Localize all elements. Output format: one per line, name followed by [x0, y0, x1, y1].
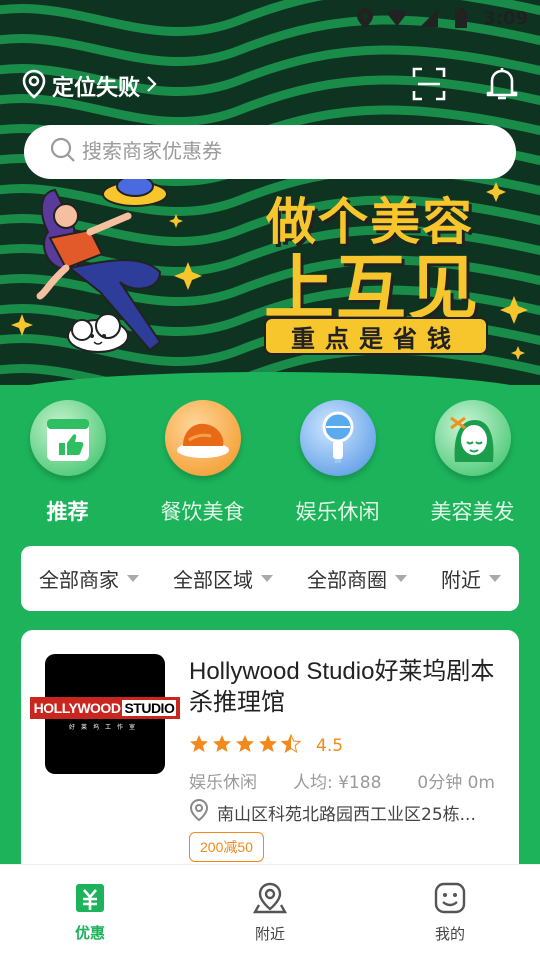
filter-business-area[interactable]: 全部商圈	[307, 564, 407, 593]
category-label: 美容美发	[430, 500, 515, 524]
thumbs-up-icon	[29, 400, 106, 476]
address-pin-icon	[189, 798, 209, 827]
bottom-navigation: 优惠 附近 我的	[0, 864, 540, 960]
wifi-icon	[387, 8, 408, 28]
filter-label: 附近	[441, 568, 481, 592]
nav-profile[interactable]: 我的	[390, 881, 510, 944]
category-food[interactable]: 餐饮美食	[143, 400, 263, 526]
caret-down-icon	[127, 575, 139, 582]
avg-price: 人均: ¥188	[292, 773, 382, 793]
banner-slogan: 重点是省钱	[264, 317, 488, 355]
banner-illustration	[36, 175, 168, 353]
logo-subtext: 好莱坞工作室	[68, 724, 141, 731]
nav-label: 我的	[434, 925, 465, 943]
search-bar[interactable]	[24, 125, 516, 179]
category-label: 推荐	[46, 500, 89, 524]
clock: 3:09	[483, 7, 528, 29]
profile-icon	[433, 881, 467, 919]
star-icon	[189, 734, 209, 758]
search-icon	[50, 137, 76, 167]
roast-chicken-icon	[164, 400, 241, 476]
star-icon	[258, 734, 278, 758]
battery-icon	[451, 8, 471, 28]
nav-coupon[interactable]: 优惠	[30, 882, 150, 943]
filter-label: 全部商家	[39, 568, 119, 592]
location-pin-icon	[22, 69, 46, 103]
status-bar: 3:09	[0, 0, 540, 36]
filter-nearby[interactable]: 附近	[441, 564, 501, 593]
merchant-category: 娱乐休闲	[189, 773, 257, 793]
address-text: 南山区科苑北路园西工业区25栋...	[217, 805, 476, 825]
location-label: 定位失败	[52, 76, 141, 101]
star-icon	[212, 734, 232, 758]
signal-icon	[419, 8, 439, 28]
merchant-meta: 娱乐休闲 人均: ¥188 0分钟 0m	[189, 768, 495, 793]
category-label: 餐饮美食	[160, 500, 245, 524]
category-row: 推荐 餐饮美食 娱乐休闲 美容美发	[0, 400, 540, 526]
merchant-logo: HOLLYWOOD STUDIO 好莱坞工作室	[29, 654, 181, 774]
caret-down-icon	[395, 575, 407, 582]
caret-down-icon	[489, 575, 501, 582]
category-entertainment[interactable]: 娱乐休闲	[278, 400, 398, 526]
half-star-icon	[280, 733, 302, 758]
filter-label: 全部区域	[173, 568, 253, 592]
rating-stars: 4.5	[189, 733, 344, 758]
rating-score: 4.5	[316, 736, 344, 756]
caret-down-icon	[261, 575, 273, 582]
distance: 0分钟 0m	[417, 773, 495, 793]
filter-district[interactable]: 全部区域	[173, 564, 273, 593]
merchant-card[interactable]: HOLLYWOOD STUDIO 好莱坞工作室 Hollywood Studio好…	[21, 630, 519, 890]
filter-merchant[interactable]: 全部商家	[39, 564, 139, 593]
microphone-icon	[299, 400, 376, 476]
filter-bar: 全部商家 全部区域 全部商圈 附近	[21, 546, 519, 611]
category-label: 娱乐休闲	[295, 500, 380, 524]
star-icon	[235, 734, 255, 758]
nav-nearby[interactable]: 附近	[210, 881, 330, 944]
nav-label: 优惠	[74, 924, 105, 942]
scan-icon[interactable]	[412, 67, 446, 105]
merchant-name: Hollywood Studio好莱坞剧本杀推理馆	[189, 658, 495, 716]
logo-text: HOLLYWOOD	[33, 700, 121, 716]
nearby-icon	[252, 881, 288, 919]
logo-text: STUDIO	[122, 700, 177, 716]
location-status-icon	[355, 8, 375, 28]
discount-tag: 200减50	[189, 832, 264, 862]
nav-label: 附近	[254, 925, 285, 943]
merchant-address: 南山区科苑北路园西工业区25栋...	[189, 798, 495, 827]
filter-label: 全部商圈	[307, 568, 387, 592]
search-input[interactable]	[82, 140, 482, 164]
top-bar: 定位失败	[22, 64, 518, 108]
bell-icon[interactable]	[486, 67, 518, 105]
hair-salon-icon	[434, 400, 511, 476]
chevron-right-icon	[146, 74, 158, 98]
category-beauty[interactable]: 美容美发	[413, 400, 533, 526]
category-recommend[interactable]: 推荐	[8, 400, 128, 526]
location-selector[interactable]: 定位失败	[22, 69, 158, 103]
coupon-icon	[74, 882, 106, 918]
